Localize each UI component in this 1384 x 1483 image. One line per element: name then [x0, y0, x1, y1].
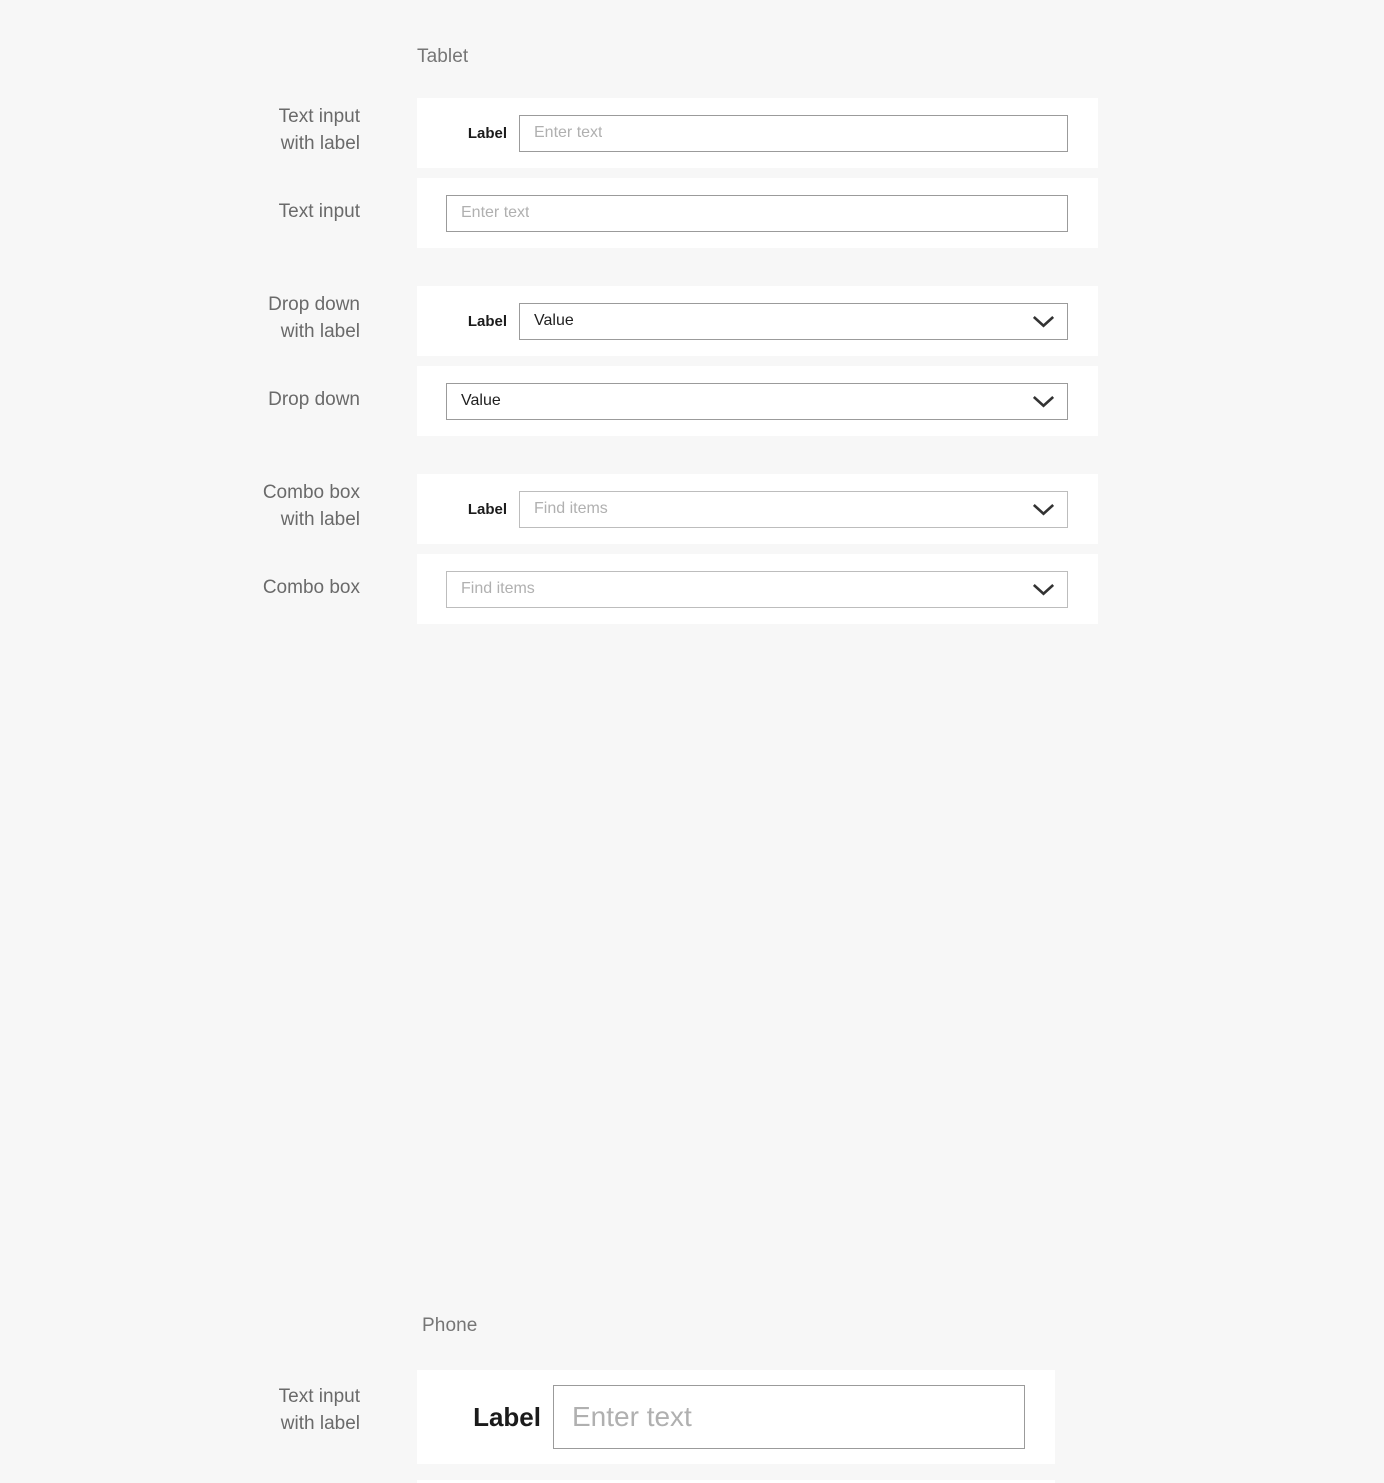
- row-label-text-input-with-label: Text input with label: [278, 1386, 360, 1434]
- combobox-input[interactable]: Find items: [519, 490, 1068, 528]
- chevron-down-icon[interactable]: [1033, 503, 1054, 516]
- field-card: Label Enter text: [417, 98, 1098, 168]
- field-label: Label: [467, 124, 507, 142]
- row-label-text-input-with-label: Text input with label: [278, 106, 360, 154]
- field-label: Label: [473, 1401, 541, 1432]
- dropdown-select[interactable]: Value: [446, 382, 1068, 420]
- combobox-input[interactable]: Find items: [446, 570, 1068, 608]
- control-placeholder: Enter text: [461, 204, 530, 221]
- control-value: Value: [534, 312, 574, 329]
- row-label-combobox: Combo box: [262, 577, 360, 598]
- row-label-dropdown: Drop down: [268, 389, 360, 410]
- text-input[interactable]: Enter text: [553, 1385, 1025, 1449]
- field-card: Label Find items: [417, 474, 1098, 544]
- section-heading-phone: Phone: [422, 1315, 478, 1336]
- row-label-text-input: Text input: [278, 201, 360, 222]
- row-label-dropdown-with-label: Drop down with label: [268, 294, 360, 342]
- row-label-combobox-with-label: Combo box with label: [262, 482, 360, 530]
- form-controls-spec-page: Tablet Text input with label Label Enter t…: [0, 0, 1384, 1483]
- text-input[interactable]: Enter text: [446, 194, 1068, 232]
- section-heading-tablet: Tablet: [417, 46, 469, 67]
- dropdown-select[interactable]: Value: [519, 302, 1068, 340]
- control-placeholder: Find items: [461, 580, 535, 597]
- control-placeholder: Enter text: [572, 1401, 692, 1432]
- field-card: Label Enter text: [417, 1370, 1055, 1464]
- control-placeholder: Enter text: [534, 124, 603, 141]
- control-value: Value: [461, 392, 501, 409]
- chevron-down-icon[interactable]: [1033, 315, 1054, 328]
- chevron-down-icon[interactable]: [1033, 395, 1054, 408]
- field-label: Label: [467, 500, 507, 518]
- field-label: Label: [467, 312, 507, 330]
- text-input[interactable]: Enter text: [519, 114, 1068, 152]
- field-card: Find items: [417, 554, 1098, 624]
- field-card: Label Value: [417, 286, 1098, 356]
- chevron-down-icon[interactable]: [1033, 583, 1054, 596]
- field-card: Value: [417, 366, 1098, 436]
- field-card: Enter text: [417, 178, 1098, 248]
- control-placeholder: Find items: [534, 500, 608, 517]
